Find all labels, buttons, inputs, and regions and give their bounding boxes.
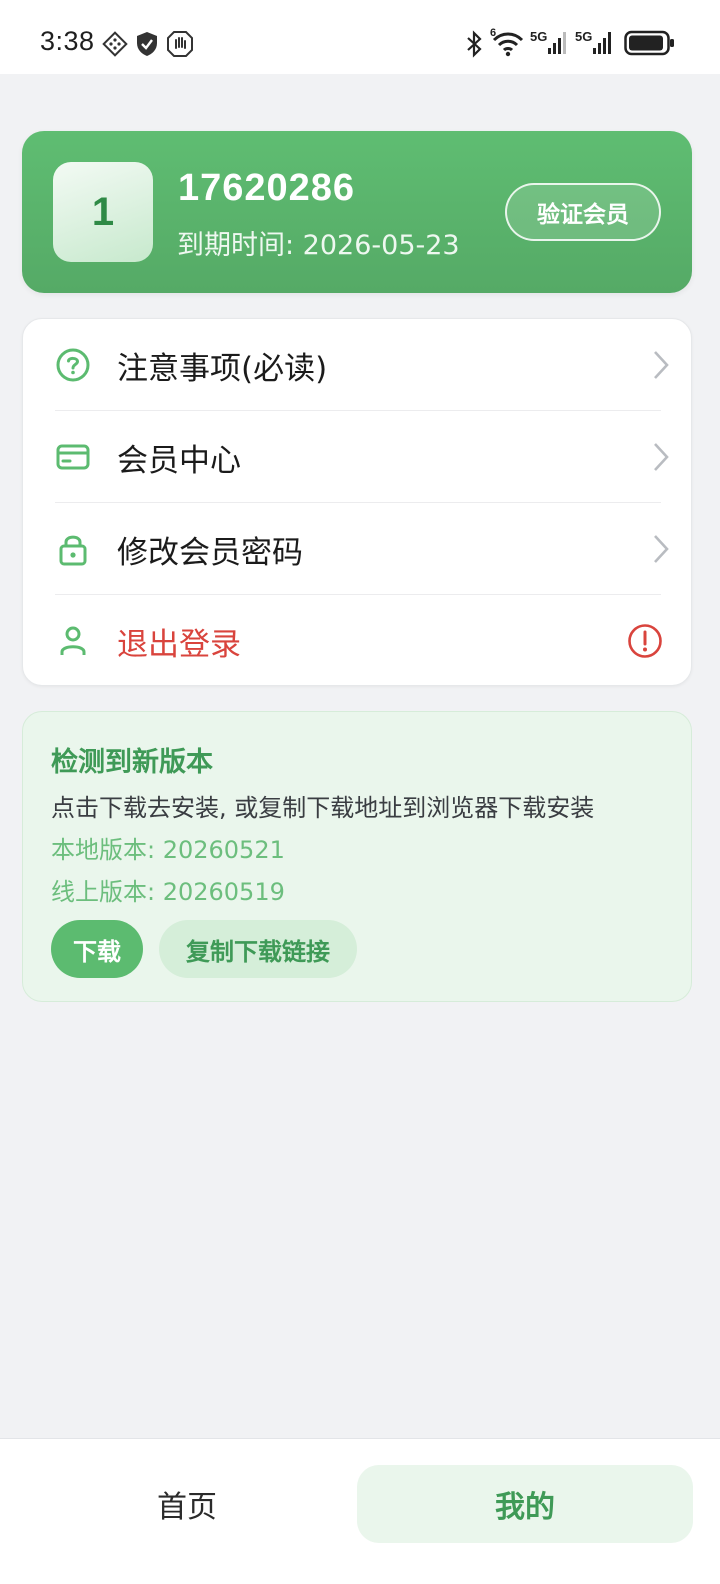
hand-icon [167,31,193,57]
card-icon [56,444,90,470]
menu-card: 注意事项(必读) 会员中心 修改会员密码 退出登录 [22,318,692,686]
expire-date: 到期时间: 2026-05-23 [177,230,460,261]
menu-item-label: 修改会员密码 [117,535,303,571]
tab-mine[interactable]: 我的 [357,1465,693,1543]
update-card: 检测到新版本 点击下载去安装, 或复制下载地址到浏览器下载安装 本地版本: 20… [22,711,692,1002]
menu-item-change-password[interactable]: 修改会员密码 [23,503,693,595]
copy-link-button[interactable]: 复制下载链接 [159,920,357,978]
menu-item-notice[interactable]: 注意事项(必读) [23,319,693,411]
alert-circle-icon [628,624,662,658]
local-version: 本地版本: 20260521 [51,836,285,864]
menu-item-label: 注意事项(必读) [117,351,328,387]
menu-item-label: 退出登录 [117,627,241,663]
avatar: 1 [53,162,153,262]
status-time: 3:38 [40,26,95,56]
shield-icon [137,32,157,56]
update-title: 检测到新版本 [51,747,213,778]
download-button[interactable]: 下载 [51,920,143,978]
signal-5g-icon: 5G [530,29,566,54]
lock-icon [59,535,87,566]
svg-text:6: 6 [490,28,496,39]
chevron-right-icon [654,443,669,471]
menu-item-label: 会员中心 [117,443,241,479]
update-description: 点击下载去安装, 或复制下载地址到浏览器下载安装 [51,794,595,822]
signal-5g-icon: 5G [575,29,611,54]
question-circle-icon [56,348,90,382]
svg-text:5G: 5G [575,29,592,44]
tab-bar: 首页 我的 [0,1438,720,1584]
bluetooth-icon [467,30,482,58]
diamond-grid-icon [102,31,128,57]
battery-icon [624,30,674,56]
chevron-right-icon [654,351,669,379]
user-icon [60,626,86,655]
online-version: 线上版本: 20260519 [51,878,285,906]
user-id: 17620286 [178,167,356,209]
menu-item-logout[interactable]: 退出登录 [23,595,693,687]
profile-card: 1 17620286 到期时间: 2026-05-23 验证会员 [22,131,692,293]
svg-text:5G: 5G [530,29,547,44]
wifi-icon: 6 [490,28,524,57]
tab-home[interactable]: 首页 [20,1465,354,1543]
status-bar: 3:38 6 5G 5G [0,0,720,74]
chevron-right-icon [654,535,669,563]
verify-member-button[interactable]: 验证会员 [505,183,661,241]
menu-item-member-center[interactable]: 会员中心 [23,411,693,503]
